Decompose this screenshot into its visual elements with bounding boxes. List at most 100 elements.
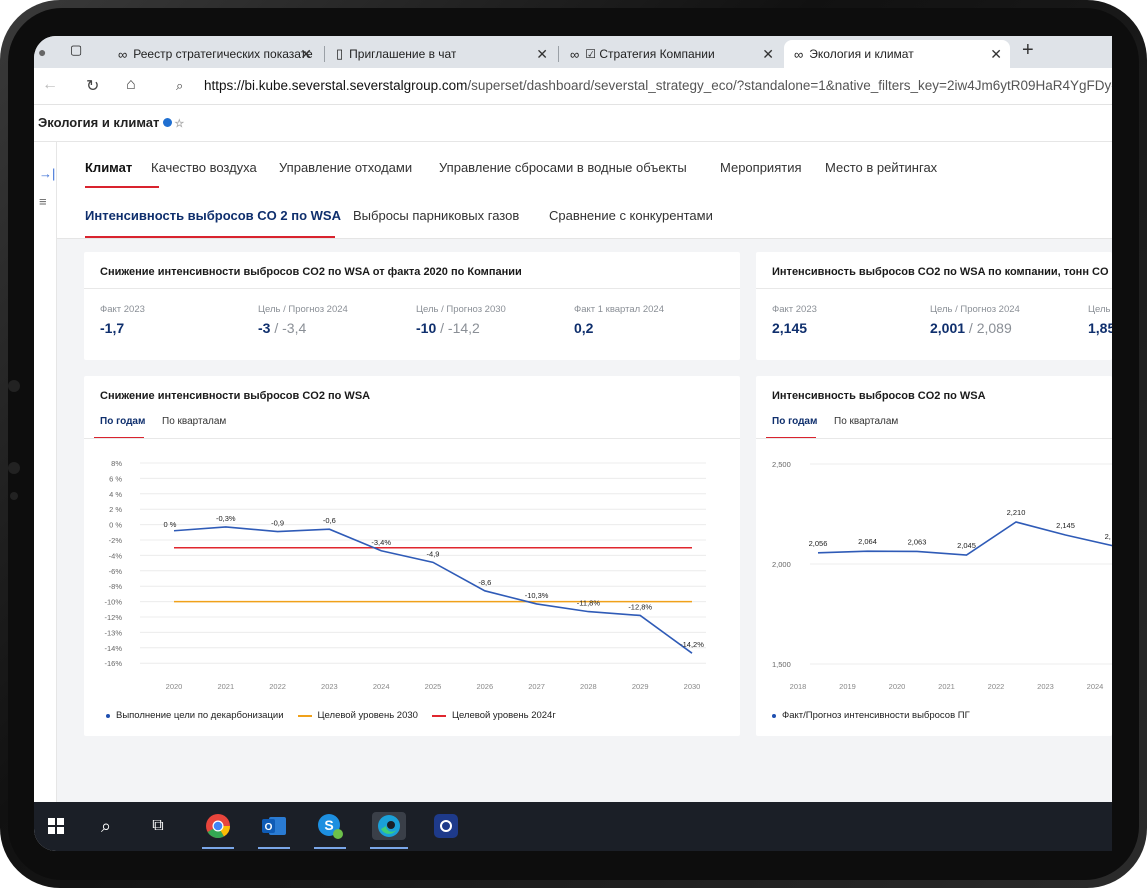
profile-icon[interactable]: ● [38, 44, 46, 60]
site-info-icon[interactable]: ⌕ [176, 78, 183, 94]
address-bar: ← ↻ ⌂ ⌕ https://bi.kube.severstal.severs… [34, 68, 1112, 105]
browser-tab[interactable]: ▯ Приглашение в чат ✕ [326, 40, 556, 68]
screen: ● ▢ ∞ Реестр стратегических показате ✕ ▯… [34, 36, 1112, 851]
tab-underline [85, 236, 335, 238]
subtab-years[interactable]: По годам [100, 416, 145, 427]
loop-icon: ∞ [794, 46, 804, 62]
x-tick-label: 2026 [476, 682, 493, 691]
legend-item: Целевой уровень 2030 [317, 710, 418, 721]
kpi-card-right: Интенсивность выбросов CO2 по WSA по ком… [756, 252, 1112, 360]
data-label: 2,145 [1056, 521, 1075, 530]
filter-icon[interactable]: ≡ [39, 194, 47, 209]
tab-waste[interactable]: Управление отходами [279, 160, 412, 175]
chrome-icon[interactable] [204, 812, 232, 840]
tab-events[interactable]: Мероприятия [720, 160, 802, 175]
y-tick-label: 2,500 [772, 460, 791, 469]
y-tick-label: -13% [104, 628, 122, 637]
data-label: -10,3% [525, 591, 549, 600]
data-label: 2,063 [908, 537, 927, 546]
app-icon[interactable] [432, 812, 460, 840]
chart-right: 2,500 2,000 1,500 2018 2019 2020 2021 2022 2023 2… [772, 460, 1112, 691]
subtab-years[interactable]: По годам [772, 416, 817, 427]
kpi-value: 0,2 [574, 320, 594, 336]
outlook-icon[interactable]: O [260, 812, 288, 840]
y-tick-label: 2,000 [772, 560, 791, 569]
data-label: 2, 089 [1105, 532, 1112, 541]
data-label: -3,4% [371, 538, 391, 547]
kpi-value: -10 / -14,2 [416, 320, 480, 336]
subtab-quarters[interactable]: По кварталам [162, 416, 226, 427]
browser-tab-strip: ● ▢ ∞ Реестр стратегических показате ✕ ▯… [34, 36, 1112, 68]
tab-competitors[interactable]: Сравнение с конкурентами [549, 208, 713, 223]
dashboard-header: Экология и климат ☆ [34, 105, 1112, 142]
x-tick-label: 2024 [373, 682, 390, 691]
y-tick-label: 8% [111, 459, 122, 468]
back-icon[interactable]: ← [42, 76, 58, 94]
tab-climate[interactable]: Климат [85, 160, 132, 175]
close-icon[interactable]: ✕ [990, 46, 1002, 63]
browser-tab-active[interactable]: ∞ Экология и климат ✕ [784, 40, 1010, 68]
kpi-label: Факт 2023 [772, 304, 817, 315]
search-icon[interactable]: ⌕ [92, 812, 120, 840]
kpi-value: -3 / -3,4 [258, 320, 307, 336]
kpi-label: Цель / Прогноз 2024 [930, 304, 1020, 315]
tab-ratings[interactable]: Место в рейтингах [825, 160, 937, 175]
svg-text:S: S [324, 817, 333, 833]
reload-icon[interactable]: ↻ [86, 76, 99, 96]
task-view-icon[interactable]: ⧉ [144, 812, 172, 840]
x-tick-label: 2021 [217, 682, 234, 691]
tab-water[interactable]: Управление сбросами в водные объекты [439, 160, 687, 175]
data-label: -12,8% [628, 602, 652, 611]
close-icon[interactable]: ✕ [536, 46, 548, 63]
data-label: 0 % [164, 520, 177, 529]
kpi-value: -1,7 [100, 320, 125, 336]
y-tick-label: -6% [109, 567, 123, 576]
tab-separator [558, 46, 559, 62]
dashboard-title: Экология и климат ☆ [38, 115, 185, 130]
x-tick-label: 2018 [790, 682, 807, 691]
x-tick-label: 2022 [988, 682, 1005, 691]
x-tick-label: 2028 [580, 682, 597, 691]
expand-icon[interactable]: →| [39, 166, 55, 181]
close-icon[interactable]: ✕ [300, 46, 312, 63]
y-tick-label: -4% [109, 551, 123, 560]
page-icon: ▯ [336, 46, 344, 61]
x-tick-label: 2019 [839, 682, 856, 691]
home-icon[interactable]: ⌂ [126, 76, 136, 94]
tab-intensity[interactable]: Интенсивность выбросов CO 2 по WSA [85, 208, 341, 223]
browser-tab[interactable]: ∞ Реестр стратегических показате ✕ [108, 40, 320, 68]
taskbar: ⌕ ⧉ O S [34, 802, 1112, 851]
active-indicator [202, 847, 234, 849]
kpi-value: 2,145 [772, 320, 808, 336]
tab-air-quality[interactable]: Качество воздуха [151, 160, 257, 175]
kpi-label: Факт 1 квартал 2024 [574, 304, 664, 315]
windows-icon[interactable] [42, 812, 70, 840]
y-tick-label: 1,500 [772, 660, 791, 669]
url-field[interactable]: https://bi.kube.severstal.severstalgroup… [204, 78, 1112, 93]
browser-tab[interactable]: ∞ ☑ Стратегия Компании ✕ [560, 40, 782, 68]
x-tick-label: 2024 [1087, 682, 1104, 691]
close-icon[interactable]: ✕ [762, 46, 774, 63]
data-label: -0,3% [216, 514, 236, 523]
subtab-quarters[interactable]: По кварталам [834, 416, 898, 427]
kpi-value: 2,001 / 2,089 [930, 320, 1012, 336]
data-label: 2,064 [858, 537, 877, 546]
x-tick-label: 2023 [321, 682, 338, 691]
y-tick-label: 0 % [109, 521, 122, 530]
legend-dot [106, 713, 110, 718]
sensor-dot [8, 462, 20, 474]
divider [756, 438, 1112, 439]
y-tick-label: 2 % [109, 505, 122, 514]
star-icon[interactable]: ☆ [174, 118, 184, 130]
kpi-label: Факт 2023 [100, 304, 145, 315]
data-label: -0,6 [323, 516, 336, 525]
edge-icon[interactable] [372, 812, 406, 840]
tab-greenhouse[interactable]: Выбросы парниковых газов [353, 208, 519, 223]
tab-actions-icon[interactable]: ▢ [70, 42, 82, 58]
skype-icon[interactable]: S [316, 812, 344, 840]
y-tick-label: 4 % [109, 490, 122, 499]
divider [84, 288, 740, 289]
new-tab-button[interactable]: + [1022, 39, 1034, 62]
x-tick-label: 2027 [528, 682, 545, 691]
y-tick-label: -8% [109, 582, 123, 591]
